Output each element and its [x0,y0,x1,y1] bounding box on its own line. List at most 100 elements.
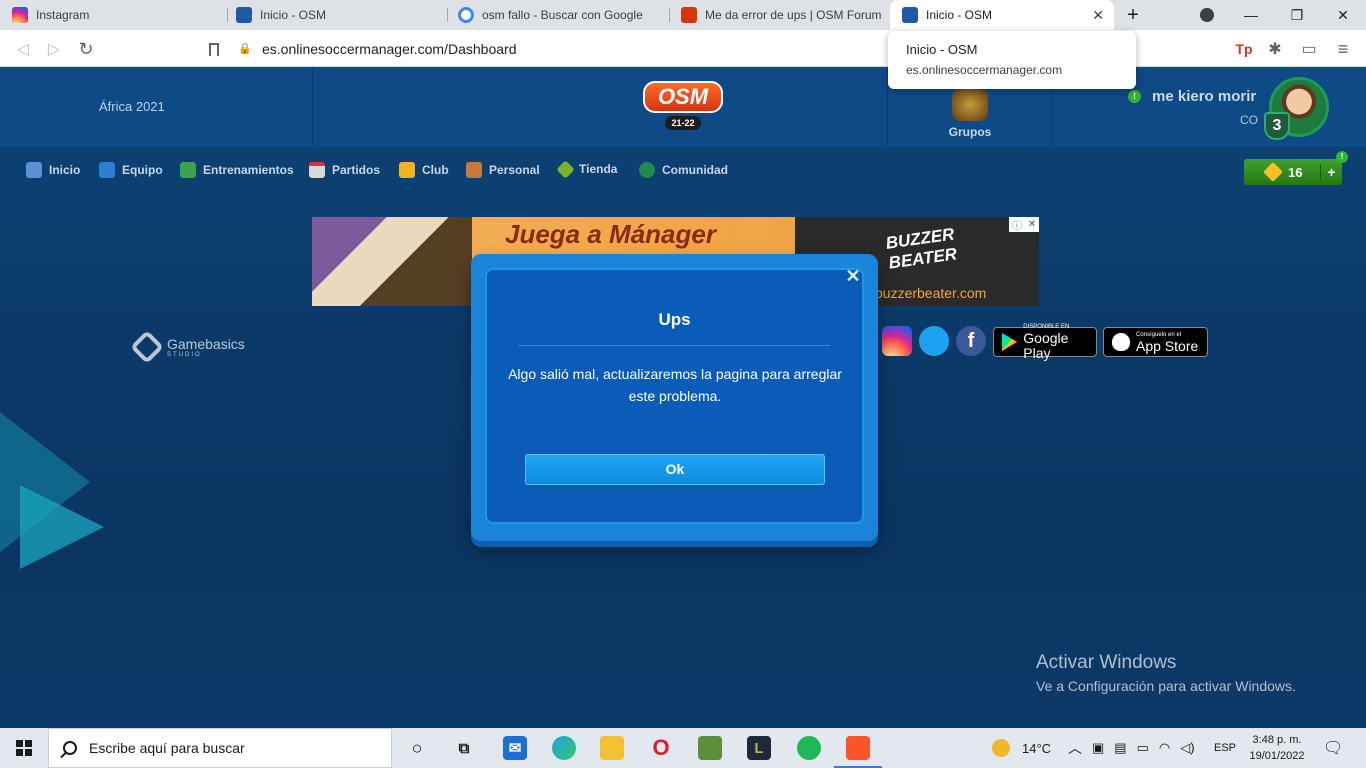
osm-logo[interactable]: OSM 21-22 [643,81,723,131]
club-icon [399,162,415,178]
tab-osm-active[interactable]: Inicio - OSM ✕ [890,0,1114,30]
volume-icon: ◁) [1180,740,1195,755]
gamebasics-logo[interactable]: Gamebasics STUDIO [130,330,245,364]
hovercard-url: es.onlinesoccermanager.com [906,63,1063,77]
training-icon [180,162,196,178]
restore-button[interactable]: ❐ [1274,0,1320,30]
calendar-icon [309,162,325,178]
tab-title: Inicio - OSM [260,8,327,22]
reload-icon[interactable]: ↻ [75,38,97,60]
nav-item-comunidad[interactable]: Comunidad [639,162,728,178]
bookmark-icon[interactable] [203,38,225,60]
gems-badge: ! [1336,151,1348,163]
nav-label: Inicio [49,163,81,177]
system-clock[interactable]: 3:48 p. m. 19/01/2022 [1246,732,1308,764]
wallet-icon[interactable]: ▭ [1298,38,1320,60]
tab-osm-1[interactable]: Inicio - OSM [224,0,448,30]
tab-search-icon[interactable] [1190,0,1224,30]
instagram-icon[interactable] [882,326,912,356]
nav-label: Personal [489,163,540,177]
windows-taskbar: Escribe aquí para buscar ○ ⧉ ✉ O L 14°C … [0,728,1366,768]
file-explorer-icon[interactable] [600,736,624,760]
chevron-up-icon[interactable]: ︿ [1068,728,1082,768]
nav-item-equipo[interactable]: Equipo [99,162,163,178]
sun-icon [992,739,1010,757]
new-tab-button[interactable]: + [1118,0,1148,30]
menu-icon[interactable]: ≡ [1332,38,1354,60]
nav-item-partidos[interactable]: Partidos [309,162,380,178]
start-button[interactable] [0,728,48,768]
close-dialog-icon[interactable]: ✕ [845,267,861,285]
close-tab-icon[interactable]: ✕ [1092,7,1104,23]
tab-instagram[interactable]: Instagram [0,0,228,30]
nav-item-tienda[interactable]: Tienda [556,159,618,179]
twitter-icon[interactable] [919,326,949,356]
groups-label: Grupos [948,125,992,139]
activate-windows-watermark: Activar Windows Ve a Configuración para … [1036,652,1296,694]
language-indicator[interactable]: ESP [1214,728,1236,768]
nav-label: Comunidad [662,163,728,177]
weather-temp: 14°C [1022,740,1052,756]
add-gems-button[interactable]: + [1320,164,1342,180]
gems-counter[interactable]: 16 + [1244,159,1342,185]
cortana-icon[interactable]: ○ [405,736,429,760]
minimize-button[interactable]: — [1228,0,1274,30]
app-store-label: App Store [1136,337,1199,354]
league-icon[interactable]: L [747,736,771,760]
weather-widget[interactable]: 14°C [992,728,1051,768]
brave-icon[interactable] [846,736,870,760]
community-icon [639,162,655,178]
user-name[interactable]: me kiero morir [1152,88,1256,105]
nav-label: Tienda [579,162,618,176]
ad-url: buzzerbeater.com [875,285,987,301]
decorative-triangle [20,485,104,569]
dialog-divider [518,345,830,346]
nav-item-personal[interactable]: Personal [466,162,540,178]
season-cell[interactable]: África 2021 [0,67,313,147]
instagram-icon [12,7,28,23]
nav-item-club[interactable]: Club [399,162,449,178]
mail-icon[interactable]: ✉ [503,736,527,760]
url-text: es.onlinesoccermanager.com/Dashboard [262,40,517,57]
studio-sub: STUDIO [167,352,202,358]
osm-logo-season: 21-22 [665,116,701,130]
tab-hovercard: Inicio - OSM es.onlinesoccermanager.com [888,31,1136,89]
tray-icons[interactable]: ▣ ▤ ▭ ◠ ◁) [1092,728,1195,768]
tab-osm-forum[interactable]: Me da error de ups | OSM Forum [669,0,891,30]
windows-icon [16,740,32,756]
extensions-puzzle-icon[interactable]: ✱ [1264,38,1286,60]
notification-badge[interactable]: ! [1128,90,1141,103]
forum-favicon-icon [681,7,697,23]
main-nav: Inicio Equipo Entrenamientos Partidos Cl… [0,151,1366,191]
minecraft-icon[interactable] [698,736,722,760]
edge-icon[interactable] [552,736,576,760]
spotify-icon[interactable] [797,736,821,760]
shop-icon [556,159,575,179]
hovercard-title: Inicio - OSM [906,42,978,57]
nav-item-inicio[interactable]: Inicio [26,162,80,178]
ad-close-icon[interactable]: ⓘ ✕ [1009,217,1039,232]
tab-google-search[interactable]: osm fallo - Buscar con Google [446,0,670,30]
nav-item-entrenamientos[interactable]: Entrenamientos [180,162,294,178]
logo-cell [313,67,888,147]
user-club: CO [1240,113,1258,127]
tab-title: Me da error de ups | OSM Forum [705,8,882,22]
back-arrow-icon[interactable]: ◁ [12,38,34,60]
wifi-icon: ◠ [1158,740,1171,755]
taskbar-search[interactable]: Escribe aquí para buscar [48,728,392,768]
ok-button[interactable]: Ok [525,454,825,485]
forward-arrow-icon[interactable]: ▷ [43,38,65,60]
gem-icon [1263,162,1283,182]
address-bar[interactable]: 🔒 es.onlinesoccermanager.com/Dashboard [238,34,898,63]
notification-center-icon[interactable]: 🗨 [1323,728,1343,768]
notes-icon: ▤ [1114,740,1127,755]
facebook-icon[interactable]: f [956,326,986,356]
extension-tp-icon[interactable]: Tp [1233,38,1255,60]
shirt-icon [99,162,115,178]
app-store-button[interactable]: Consíguelo en el App Store [1103,327,1208,357]
google-play-button[interactable]: DISPONIBLE EN Google Play [993,324,1097,361]
window-close-button[interactable]: ✕ [1320,0,1366,30]
ad-headline: Juega a Mánager [505,219,716,249]
opera-icon[interactable]: O [649,735,673,760]
task-view-icon[interactable]: ⧉ [452,736,476,760]
